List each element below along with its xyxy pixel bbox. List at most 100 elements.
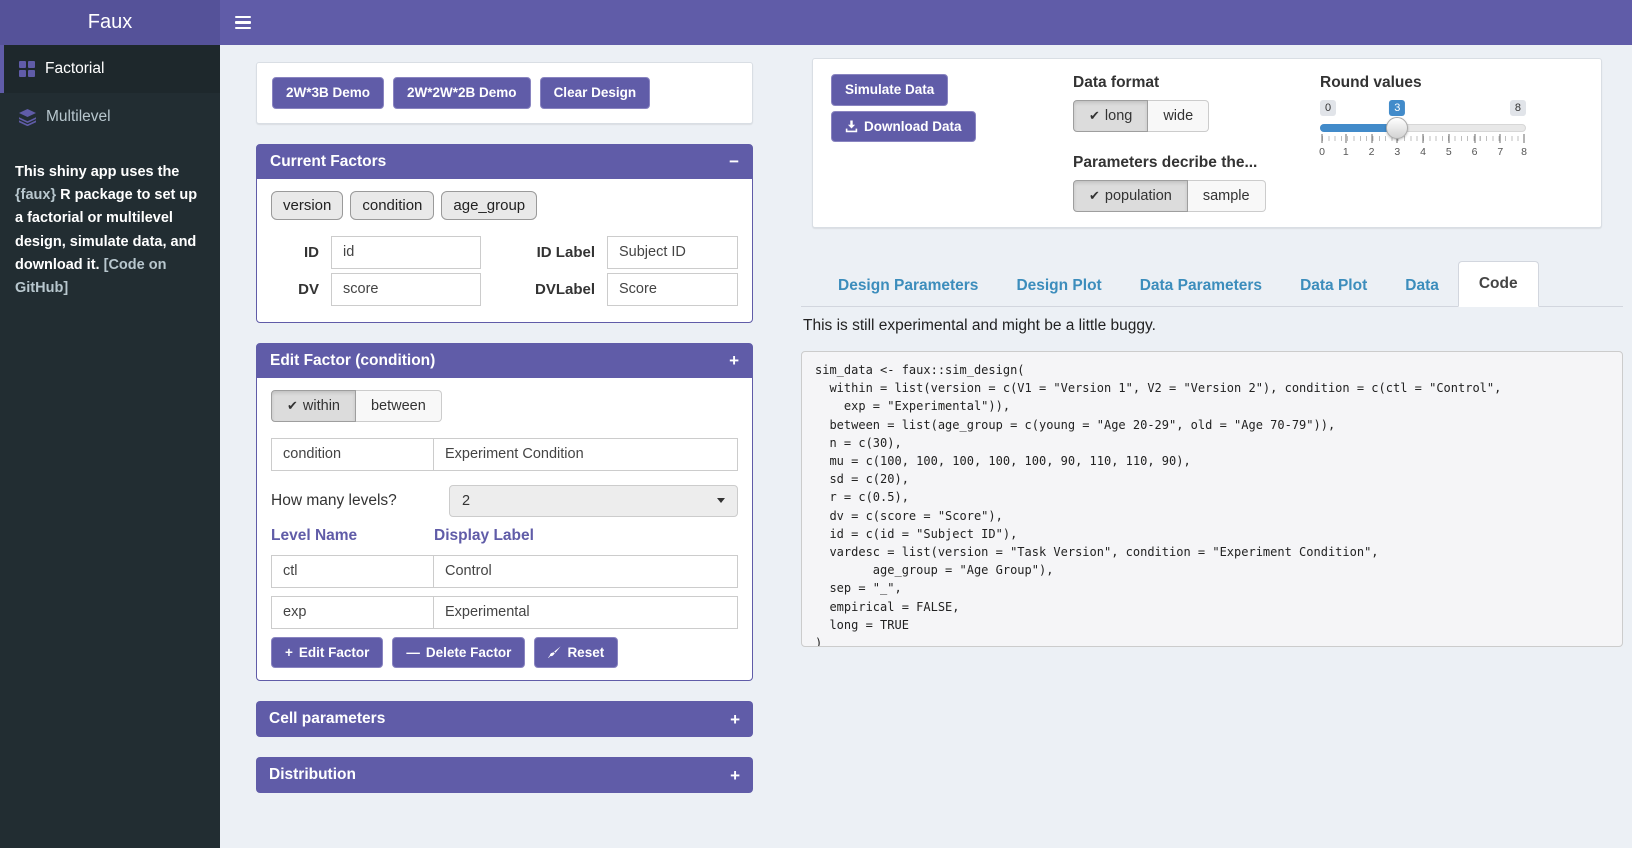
slider-tick [1474,134,1475,143]
paint-brush-icon [548,646,561,659]
output-column: Simulate Data Download Data Data format [795,58,1623,647]
level-name-header: Level Name [271,527,434,545]
level-headers: Level Name Display Label [271,527,738,545]
between-toggle[interactable]: between [356,390,442,422]
sidebar-item-factorial[interactable]: Factorial [0,45,220,93]
edit-factor-button[interactable]: + Edit Factor [271,637,383,669]
factor-type-toggle: ✔ within between [271,390,442,422]
factor-display-input[interactable] [433,438,738,471]
within-toggle[interactable]: ✔ within [271,390,356,422]
sidebar-item-multilevel[interactable]: Multilevel [0,93,220,141]
id-label-label: ID Label [493,244,595,261]
factor-tag-version[interactable]: version [271,191,343,220]
slider-tick-label: 7 [1497,146,1503,158]
dv-label-input[interactable] [607,273,738,306]
levels-label: How many levels? [271,492,449,510]
panel-title: Edit Factor (condition) [270,352,435,370]
toggle-label: between [371,398,426,414]
edit-factor-actions: + Edit Factor — Delete Factor [271,637,738,669]
header: Faux [0,0,1632,45]
parameters-toggle: ✔ population sample [1073,180,1266,212]
hamburger-icon [235,16,251,19]
slider-handle[interactable] [1386,117,1408,139]
levels-selected-value: 2 [462,493,470,509]
factor-tag-row: version condition age_group [271,191,738,220]
expand-plus-icon[interactable]: + [730,767,740,784]
button-label: Delete Factor [426,646,512,660]
sidebar: Factorial Multilevel This shiny app uses… [0,45,220,848]
collapse-minus-icon[interactable]: − [729,153,739,170]
slider-tick-label: 0 [1319,146,1325,158]
tab-design-parameters[interactable]: Design Parameters [819,266,997,306]
slider-tick-label: 2 [1369,146,1375,158]
experimental-note: This is still experimental and might be … [803,317,1623,335]
expand-plus-icon[interactable]: + [730,711,740,728]
level-row-1 [271,555,738,588]
toggle-label: sample [1203,188,1250,204]
faux-package-link[interactable]: {faux} [15,187,56,203]
demo-2w2w2b-button[interactable]: 2W*2W*2B Demo [393,77,531,109]
level-name-input-1[interactable] [271,555,434,588]
tab-design-plot[interactable]: Design Plot [997,266,1120,306]
id-label-input[interactable] [607,236,738,269]
clear-design-button[interactable]: Clear Design [540,77,651,109]
toggle-label: population [1105,188,1172,204]
simulate-data-button[interactable]: Simulate Data [831,74,948,106]
current-factors-header[interactable]: Current Factors − [257,145,752,179]
button-label: Download Data [864,120,962,134]
wide-toggle[interactable]: wide [1148,100,1209,132]
panel-title: Distribution [269,766,356,784]
long-toggle[interactable]: ✔ long [1073,100,1148,132]
current-factors-panel: Current Factors − version condition age_… [256,144,753,323]
level-name-input-2[interactable] [271,596,434,629]
factor-tag-age-group[interactable]: age_group [441,191,537,220]
distribution-header[interactable]: Distribution + [256,757,753,793]
slider-tick-label: 5 [1446,146,1452,158]
level-label-input-2[interactable] [433,596,738,629]
toggle-label: within [303,398,340,414]
main-content: 2W*3B Demo 2W*2W*2B Demo Clear Design Cu… [220,45,1632,848]
round-values-control: Round values 0 8 3 [1320,74,1583,212]
download-data-button[interactable]: Download Data [831,111,976,143]
id-input[interactable] [331,236,481,269]
sidebar-toggle-button[interactable] [220,0,265,45]
panel-title: Cell parameters [269,710,385,728]
dv-input[interactable] [331,273,481,306]
dv-label: DV [271,281,319,298]
levels-row: How many levels? 2 [271,485,738,517]
plus-icon: + [285,646,293,660]
data-format-toggle: ✔ long wide [1073,100,1209,132]
round-values-label: Round values [1320,74,1583,92]
download-icon [845,120,858,133]
toggle-label: wide [1163,108,1193,124]
edit-factor-header[interactable]: Edit Factor (condition) + [257,344,752,378]
app-logo[interactable]: Faux [0,0,220,45]
data-format-label: Data format [1073,74,1320,92]
slider-tick-label: 8 [1521,146,1527,158]
code-block: sim_data <- faux::sim_design( within = l… [801,351,1623,647]
population-toggle[interactable]: ✔ population [1073,180,1188,212]
factor-name-input[interactable] [271,438,434,471]
delete-factor-button[interactable]: — Delete Factor [392,637,525,669]
sidebar-about-text: This shiny app uses the {faux} R package… [0,141,220,320]
tab-code[interactable]: Code [1458,261,1539,307]
slider-tick [1500,134,1501,143]
parameters-label: Parameters decribe the... [1073,154,1320,172]
demo-2w3b-button[interactable]: 2W*3B Demo [272,77,384,109]
factor-tag-condition[interactable]: condition [350,191,434,220]
sample-toggle[interactable]: sample [1188,180,1266,212]
reset-button[interactable]: Reset [534,637,618,669]
tab-data-parameters[interactable]: Data Parameters [1121,266,1281,306]
simulate-buttons: Simulate Data Download Data [831,74,1073,212]
cell-parameters-header[interactable]: Cell parameters + [256,701,753,737]
tab-data[interactable]: Data [1386,266,1458,306]
tab-data-plot[interactable]: Data Plot [1281,266,1386,306]
slider-tick-label: 6 [1472,146,1478,158]
expand-plus-icon[interactable]: + [729,352,739,369]
level-label-input-1[interactable] [433,555,738,588]
sidebar-item-label: Multilevel [46,108,111,126]
check-icon: ✔ [1089,188,1100,204]
edit-factor-panel: Edit Factor (condition) + ✔ within betwe… [256,343,753,682]
display-label-header: Display Label [434,527,534,545]
levels-select[interactable]: 2 [449,485,738,517]
